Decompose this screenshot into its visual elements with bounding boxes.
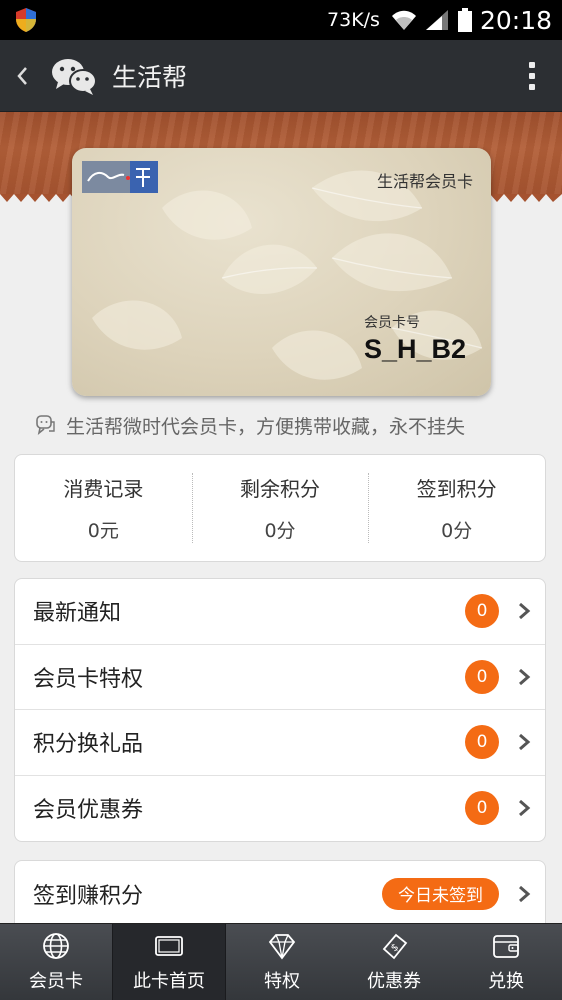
menu-list: 最新通知 0 会员卡特权 0 积分换礼品 0 会员优惠券 0 <box>14 578 546 842</box>
menu-item-label: 会员卡特权 <box>33 666 144 692</box>
diamond-icon <box>268 934 296 960</box>
wifi-icon <box>391 10 416 30</box>
app-header: 生活帮 <box>0 40 562 112</box>
stat-label: 消费记录 <box>63 477 144 501</box>
status-bar: 73K/s 20:18 <box>0 0 562 40</box>
tab-card-home[interactable]: 此卡首页 <box>112 924 226 1000</box>
clock: 20:18 <box>479 5 552 35</box>
globe-icon <box>43 933 69 959</box>
signal-icon <box>425 10 448 30</box>
network-speed: 73K/s <box>327 9 380 31</box>
checkin-status-badge: 今日未签到 <box>382 877 499 910</box>
card-number-label: 会员卡号 <box>364 315 420 331</box>
menu-item-coupons[interactable]: 会员优惠券 0 <box>15 776 545 842</box>
count-badge: 0 <box>465 594 499 629</box>
tab-label: 此卡首页 <box>133 971 205 992</box>
tab-coupons[interactable]: $ 优惠券 <box>338 924 450 1000</box>
stat-value: 0分 <box>441 520 473 542</box>
tab-label: 兑换 <box>488 971 524 992</box>
menu-item-notifications[interactable]: 最新通知 0 <box>15 579 545 645</box>
menu-item-gift-exchange[interactable]: 积分换礼品 0 <box>15 710 545 776</box>
stat-value: 0元 <box>87 520 119 542</box>
menu-item-label: 最新通知 <box>33 601 122 627</box>
tab-privileges[interactable]: 特权 <box>226 924 338 1000</box>
battery-icon <box>457 8 472 32</box>
card-icon <box>155 936 183 956</box>
menu-item-privileges[interactable]: 会员卡特权 0 <box>15 645 545 710</box>
stat-label: 剩余积分 <box>240 477 320 501</box>
chat-icon <box>36 415 55 435</box>
card-number: S_H_B2 <box>364 334 467 364</box>
tab-redeem[interactable]: 兑换 <box>450 924 562 1000</box>
tab-member-card[interactable]: 会员卡 <box>0 924 112 1000</box>
menu-item-checkin[interactable]: 签到赚积分 今日未签到 <box>15 861 545 927</box>
chevron-right-icon <box>519 734 531 751</box>
membership-card[interactable]: 生活帮会员卡 会员卡号 S_H_B2 <box>72 148 491 396</box>
card-title: 生活帮会员卡 <box>376 172 473 191</box>
bottom-tab-bar: 会员卡 此卡首页 特权 $ 优惠券 兑换 <box>0 923 562 1000</box>
chevron-right-icon <box>519 603 531 620</box>
stat-checkin-points[interactable]: 签到积分 0分 <box>368 455 545 561</box>
count-badge: 0 <box>465 659 499 694</box>
stat-remaining-points[interactable]: 剩余积分 0分 <box>191 455 369 561</box>
stat-spending[interactable]: 消费记录 0元 <box>15 455 192 561</box>
card-tagline: 生活帮微时代会员卡，方便携带收藏，永不挂失 <box>34 410 554 440</box>
count-badge: 0 <box>465 791 499 826</box>
overflow-menu-button[interactable] <box>510 40 554 112</box>
coupon-icon: $ <box>382 933 408 960</box>
tab-label: 优惠券 <box>367 971 421 992</box>
chevron-right-icon <box>519 668 531 685</box>
menu-item-label: 会员优惠券 <box>33 798 144 824</box>
chevron-right-icon <box>519 885 531 902</box>
back-button[interactable] <box>2 40 42 112</box>
menu-item-label: 签到赚积分 <box>33 883 144 909</box>
count-badge: 0 <box>465 725 499 760</box>
tagline-text: 生活帮微时代会员卡，方便携带收藏，永不挂失 <box>66 415 466 438</box>
shield-icon <box>16 8 36 32</box>
stat-value: 0分 <box>264 520 296 542</box>
chevron-right-icon <box>519 800 531 817</box>
tab-label: 特权 <box>264 971 300 992</box>
chevron-left-icon <box>17 66 27 85</box>
stats-panel: 消费记录 0元 剩余积分 0分 签到积分 0分 <box>14 454 546 562</box>
card-brand-logo <box>82 161 158 193</box>
menu-item-label: 积分换礼品 <box>33 732 144 758</box>
tab-label: 会员卡 <box>29 971 83 992</box>
wechat-icon <box>52 58 97 95</box>
overflow-menu-icon <box>529 61 535 68</box>
stat-label: 签到积分 <box>416 477 497 501</box>
page-title: 生活帮 <box>112 62 188 92</box>
wallet-icon <box>493 935 519 958</box>
